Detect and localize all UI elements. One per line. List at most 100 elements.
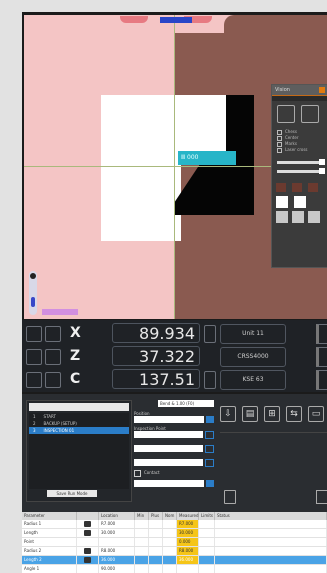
program-list-header [29, 403, 129, 411]
dro-panel: X 89.934 Unit 11 Z 37.322 CRSS4000 C 137… [22, 320, 327, 392]
axis-value: 37.322 [112, 346, 200, 366]
col-header[interactable]: Plus [149, 512, 163, 520]
expand-icon[interactable] [316, 490, 327, 504]
control-area: 1 START 2 BACKUP (SETUP) 3 INSPECTION 01 Sa… [22, 394, 327, 512]
swap-icon[interactable]: ⇆ [286, 406, 302, 422]
bend-field[interactable]: Bend & 1.00 (F0) [158, 400, 214, 407]
close-icon[interactable] [319, 87, 325, 93]
dropdown-icon[interactable] [205, 459, 214, 467]
vision-option[interactable]: Laser cross [277, 147, 323, 153]
checkbox-icon[interactable] [134, 470, 141, 477]
tool-icon[interactable] [45, 349, 61, 365]
col-header[interactable]: Status [215, 512, 327, 520]
contrast-slider[interactable] [277, 168, 325, 174]
col-header[interactable]: Min [135, 512, 149, 520]
mode-swatch[interactable] [294, 196, 306, 208]
tool-icon[interactable] [84, 548, 91, 554]
dropdown-icon[interactable] [205, 431, 214, 439]
list-item[interactable]: 3 INSPECTION 01 [29, 427, 129, 434]
col-header[interactable]: Parameter [22, 512, 77, 520]
col-header[interactable]: Location [99, 512, 135, 520]
viewer-tag [42, 309, 78, 315]
zoom-slider[interactable] [29, 271, 37, 315]
axis-value: 137.51 [112, 369, 200, 389]
axis-value: 89.934 [112, 323, 200, 343]
inspection-select[interactable] [134, 431, 203, 438]
mode-swatch[interactable] [276, 211, 288, 223]
checkbox-icon[interactable] [277, 141, 282, 147]
dropdown-icon[interactable] [205, 445, 214, 453]
color-swatch[interactable] [292, 183, 302, 192]
parameter-controls: Bend & 1.00 (F0) Position Inspection Poi… [134, 400, 214, 504]
action-toolbar: ⇩ ▤ ⊞ ⇆ ▭ [220, 406, 327, 426]
save-run-button[interactable]: Save Run Mode [47, 490, 97, 497]
checkbox-icon[interactable] [277, 147, 282, 153]
mode-select[interactable] [134, 480, 204, 487]
measure-marker[interactable]: Ⅲ 000 [178, 151, 236, 165]
grid-icon[interactable] [277, 105, 295, 123]
table-row[interactable]: Radius 1 R7.000 R7.000 [22, 520, 327, 529]
layout-icon[interactable] [301, 105, 319, 123]
brightness-slider[interactable] [277, 159, 325, 165]
tool-icon[interactable] [84, 530, 91, 536]
col-header[interactable]: Nom [163, 512, 177, 520]
mode-swatch[interactable] [276, 196, 288, 208]
app-window: Ⅲ 000 Vision Chess Center Marks Laser cr… [22, 12, 327, 573]
program-list-panel: 1 START 2 BACKUP (SETUP) 3 INSPECTION 01 Sa… [26, 400, 132, 502]
col-header[interactable]: Measured [177, 512, 199, 520]
jog-icon[interactable] [26, 326, 42, 342]
tool-icon[interactable] [84, 557, 91, 563]
table-row[interactable]: Length 30.000 30.000 [22, 529, 327, 538]
trash-icon[interactable] [224, 490, 236, 504]
vision-panel: Vision Chess Center Marks Laser cross [271, 84, 327, 268]
viewer-region-top [224, 15, 327, 35]
tool-icon[interactable] [45, 326, 61, 342]
list-item[interactable]: 2 BACKUP (SETUP) [29, 420, 129, 427]
table-header: Parameter Location Min Plus Nom Measured… [22, 512, 327, 520]
axis-label: C [70, 371, 81, 387]
value-field[interactable] [134, 445, 203, 452]
top-marker [160, 17, 192, 23]
table-row[interactable]: Angle 1 90.000 [22, 565, 327, 573]
dropdown-icon[interactable] [206, 480, 214, 487]
checkbox-icon[interactable] [277, 135, 282, 141]
info-box: KSE 63 [220, 370, 286, 390]
export-icon[interactable]: ⇩ [220, 406, 236, 422]
tool-icon[interactable] [84, 521, 91, 527]
info-box: Unit 11 [220, 324, 286, 344]
lock-icon[interactable] [204, 325, 216, 343]
side-tab[interactable] [316, 324, 327, 344]
jog-icon[interactable] [26, 372, 42, 388]
table-row[interactable]: Point 0.000 [22, 538, 327, 547]
col-header[interactable]: Limits [199, 512, 215, 520]
tool-icon[interactable] [45, 372, 61, 388]
col-header[interactable] [77, 512, 99, 520]
checkbox-icon[interactable] [277, 129, 282, 135]
zoom-handle[interactable] [31, 297, 35, 307]
rotate-icon[interactable] [204, 371, 216, 389]
jog-icon[interactable] [26, 349, 42, 365]
print-icon[interactable]: ⊞ [264, 406, 280, 422]
position-select[interactable] [134, 416, 204, 423]
table-row[interactable]: Radius 2 R8.000 R8.000 [22, 547, 327, 556]
crosshair-vertical [174, 15, 175, 319]
report-icon[interactable]: ▤ [242, 406, 258, 422]
mode-swatch[interactable] [308, 211, 320, 223]
color-swatch[interactable] [308, 183, 318, 192]
mode-swatch[interactable] [292, 211, 304, 223]
dropdown-icon[interactable] [206, 416, 214, 423]
dro-row-c: C 137.51 KSE 63 [22, 368, 327, 390]
window-icon[interactable]: ▭ [308, 406, 324, 422]
vision-panel-title[interactable]: Vision [272, 85, 327, 96]
value-field-2[interactable] [134, 459, 203, 466]
vision-panel-title-text: Vision [275, 87, 290, 93]
side-tab[interactable] [316, 370, 327, 390]
list-item[interactable]: 1 START [29, 413, 129, 420]
color-swatch[interactable] [276, 183, 286, 192]
zoom-knob-icon [30, 273, 36, 279]
side-tab[interactable] [316, 347, 327, 367]
axis-label: Z [70, 348, 81, 364]
table-row[interactable]: Length 2 36.000 36.000 [22, 556, 327, 565]
program-list: 1 START 2 BACKUP (SETUP) 3 INSPECTION 01 [29, 413, 129, 489]
dro-row-z: Z 37.322 CRSS4000 [22, 345, 327, 367]
